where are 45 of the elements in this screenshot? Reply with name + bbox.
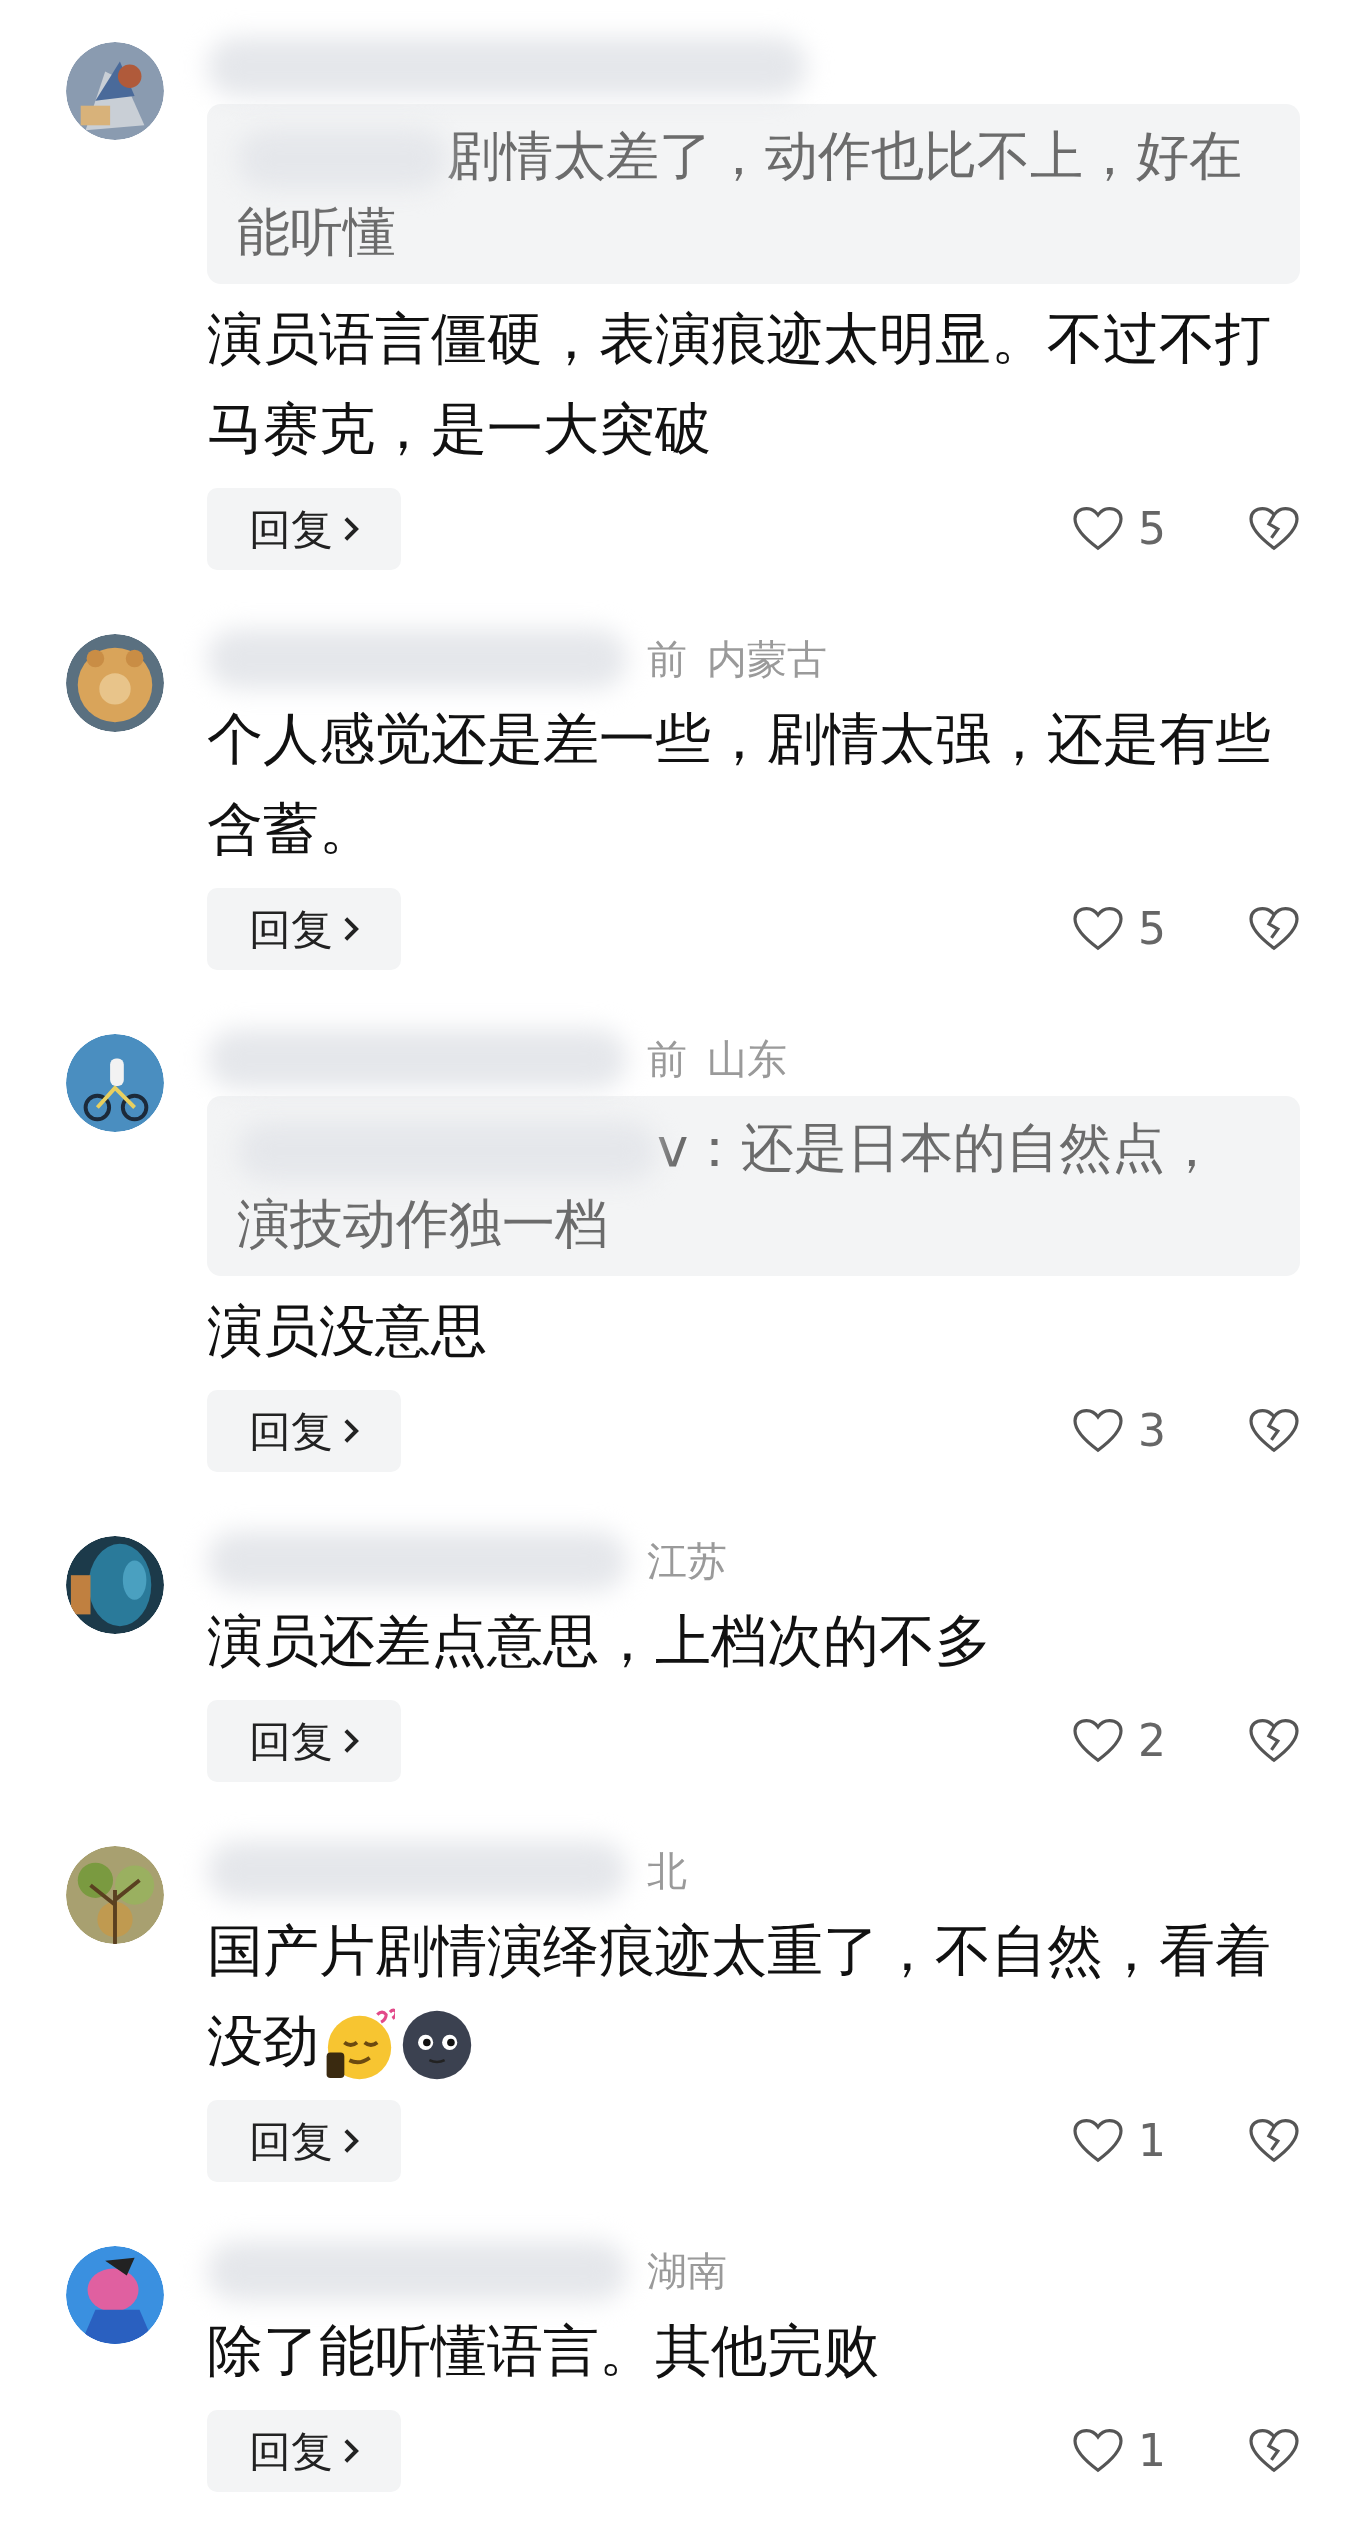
location-text: 北: [647, 1851, 687, 1891]
comment-text: 国产片剧情演绎痕迹太重了，不自然，看着没劲: [207, 1906, 1300, 2086]
broken-heart-icon[interactable]: [1248, 906, 1300, 952]
heart-icon[interactable]: [1072, 1718, 1124, 1764]
chevron-right-icon: [343, 1728, 359, 1754]
heart-icon[interactable]: [1072, 2428, 1124, 2474]
like-count: 5: [1138, 902, 1167, 956]
chevron-right-icon: [343, 2128, 359, 2154]
reply-button[interactable]: 回复: [207, 488, 401, 570]
like-count: 1: [1138, 2424, 1167, 2478]
location-text: 湖南: [647, 2251, 727, 2291]
comment-text: 演员语言僵硬，表演痕迹太明显。不过不打马赛克，是一大突破: [207, 305, 1272, 463]
location-text: 江苏: [647, 1541, 727, 1581]
broken-heart-icon[interactable]: [1248, 2118, 1300, 2164]
heart-icon[interactable]: [1072, 906, 1124, 952]
comment-text: 演员还差点意思，上档次的不多: [207, 1607, 992, 1675]
broken-heart-icon[interactable]: [1248, 1718, 1300, 1764]
reply-button[interactable]: 回复: [207, 1700, 401, 1782]
heart-icon[interactable]: [1072, 2118, 1124, 2164]
heart-icon[interactable]: [1072, 1408, 1124, 1454]
chevron-right-icon: [343, 1418, 359, 1444]
broken-heart-icon[interactable]: [1248, 506, 1300, 552]
location-text: 山东: [707, 1039, 787, 1079]
chevron-right-icon: [343, 916, 359, 942]
comment-text: 除了能听懂语言。其他完败: [207, 2317, 880, 2385]
comment-text: 个人感觉还是差一些，剧情太强，还是有些含蓄。: [207, 705, 1272, 863]
quote-text: v：还是日本的自然点，演技动作独一档: [237, 1116, 1220, 1256]
reply-button[interactable]: 回复: [207, 888, 401, 970]
time-text: 前: [647, 1039, 687, 1079]
chevron-right-icon: [343, 516, 359, 542]
reply-button[interactable]: 回复: [207, 1390, 401, 1472]
comment-text: 演员没意思: [207, 1297, 488, 1365]
broken-heart-icon[interactable]: [1248, 1408, 1300, 1454]
broken-heart-icon[interactable]: [1248, 2428, 1300, 2474]
reply-button[interactable]: 回复: [207, 2100, 401, 2182]
heart-icon[interactable]: [1072, 506, 1124, 552]
like-count: 2: [1138, 1714, 1167, 1768]
chevron-right-icon: [343, 2438, 359, 2464]
like-count: 1: [1138, 2114, 1167, 2168]
like-count: 3: [1138, 1404, 1167, 1458]
quote-text: 剧情太差了，动作也比不上，好在能听懂: [237, 124, 1243, 264]
location-text: 内蒙古: [707, 639, 827, 679]
reply-button[interactable]: 回复: [207, 2410, 401, 2492]
time-text: 前: [647, 639, 687, 679]
like-count: 5: [1138, 502, 1167, 556]
